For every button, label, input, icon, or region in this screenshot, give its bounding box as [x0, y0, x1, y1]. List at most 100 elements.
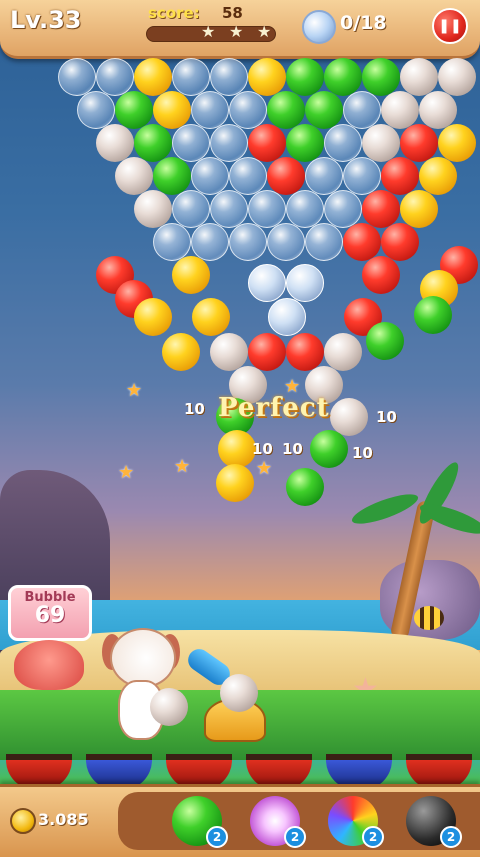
bubble-yellow — [192, 298, 230, 336]
bubble-empty-glass — [210, 58, 248, 96]
bubble-empty-glass — [191, 157, 229, 195]
level-label: Lv.33 — [10, 6, 82, 34]
bubbles-left-sign: Bubble 69 — [8, 585, 92, 641]
bubble-green — [115, 91, 153, 129]
points-popup: 10 — [352, 444, 373, 462]
bubble-white — [324, 333, 362, 371]
bubble-empty-glass — [58, 58, 96, 96]
bubble-white — [362, 124, 400, 162]
sparkle-star-icon: ★ — [256, 458, 273, 479]
bubble-empty-glass — [343, 91, 381, 129]
bubble-empty-glass — [172, 190, 210, 228]
bubble-white — [438, 58, 476, 96]
bubble-empty-glass — [210, 190, 248, 228]
powerup-count: 2 — [440, 826, 462, 848]
bubble-empty-glass — [305, 223, 343, 261]
sparkle-star-icon: ★ — [174, 456, 191, 477]
pause-icon: ❚❚ — [438, 18, 462, 34]
bubble-empty-glass — [172, 58, 210, 96]
sparkle-star-icon: ★ — [126, 380, 143, 401]
bubble-empty-glass — [324, 190, 362, 228]
bubble-empty-glass — [191, 91, 229, 129]
next-bubble[interactable] — [150, 688, 188, 726]
bubble-empty-glass — [286, 190, 324, 228]
crab-character — [14, 640, 84, 690]
powerup-count: 2 — [362, 826, 384, 848]
bubble-red — [381, 223, 419, 261]
bubble-green — [362, 58, 400, 96]
bubble-trapped-pet — [286, 264, 324, 302]
bubble-green — [305, 91, 343, 129]
bubble-white — [96, 124, 134, 162]
bubble-green — [153, 157, 191, 195]
bubble-green — [134, 124, 172, 162]
bubble-empty-glass — [96, 58, 134, 96]
points-popup: 10 — [376, 408, 397, 426]
dog-head — [110, 628, 176, 688]
coin-balance: 3.085 — [38, 810, 89, 829]
bubble-empty-glass — [305, 157, 343, 195]
bubble-empty-glass — [248, 190, 286, 228]
bubble-yellow — [134, 58, 172, 96]
current-bubble[interactable] — [220, 674, 258, 712]
bubble-white — [134, 190, 172, 228]
trapped-pet-icon — [302, 10, 336, 44]
points-popup: 10 — [282, 440, 303, 458]
bubbles-left-count: 69 — [34, 603, 66, 628]
bubble-empty-glass — [210, 124, 248, 162]
bubble-green — [267, 91, 305, 129]
bubble-red — [267, 157, 305, 195]
powerup-count: 2 — [206, 826, 228, 848]
bubble-yellow — [153, 91, 191, 129]
bubble-yellow — [248, 58, 286, 96]
sparkle-star-icon: ★ — [284, 376, 301, 397]
bubble-green — [414, 296, 452, 334]
bubble-yellow — [438, 124, 476, 162]
bubble-green — [366, 322, 404, 360]
bubble-yellow — [162, 333, 200, 371]
bubble-yellow — [134, 298, 172, 336]
bubble-empty-glass — [229, 157, 267, 195]
powerup-count: 2 — [284, 826, 306, 848]
bubble-green — [286, 468, 324, 506]
bubble-green — [324, 58, 362, 96]
bubble-yellow — [400, 190, 438, 228]
bubble-yellow — [172, 256, 210, 294]
palm-leaf — [349, 488, 421, 530]
bubble-green — [286, 124, 324, 162]
bubble-yellow — [218, 430, 256, 468]
bubble-red — [343, 223, 381, 261]
bubble-empty-glass — [229, 91, 267, 129]
pause-button[interactable]: ❚❚ — [432, 8, 468, 44]
bubble-white — [400, 58, 438, 96]
bubble-green — [310, 430, 348, 468]
bubble-red — [286, 333, 324, 371]
pets-rescued-counter: 0/18 — [340, 12, 387, 34]
bubble-red — [362, 190, 400, 228]
bubble-empty-glass — [153, 223, 191, 261]
bubble-empty-glass — [324, 124, 362, 162]
bubble-empty-glass — [267, 223, 305, 261]
score-label: score: — [148, 4, 200, 22]
bubble-red — [400, 124, 438, 162]
bubble-red — [381, 157, 419, 195]
bubble-white — [115, 157, 153, 195]
bee-icon — [414, 606, 444, 630]
bubble-yellow — [419, 157, 457, 195]
bubble-empty-glass — [172, 124, 210, 162]
bubble-trapped-pet — [268, 298, 306, 336]
bubble-empty-glass — [343, 157, 381, 195]
bubble-empty-glass — [77, 91, 115, 129]
bubble-empty-glass — [191, 223, 229, 261]
paw-coin-icon — [10, 808, 36, 834]
points-popup: 10 — [252, 440, 273, 458]
points-popup: 10 — [184, 400, 205, 418]
star-icon: ★ — [229, 22, 244, 41]
bubble-red — [362, 256, 400, 294]
bubble-trapped-pet — [248, 264, 286, 302]
bubble-white — [210, 333, 248, 371]
star-icon: ★ — [257, 22, 272, 41]
bubble-red — [248, 124, 286, 162]
score-progress-bar: ★ ★ ★ — [146, 22, 276, 42]
sparkle-star-icon: ★ — [118, 462, 135, 483]
